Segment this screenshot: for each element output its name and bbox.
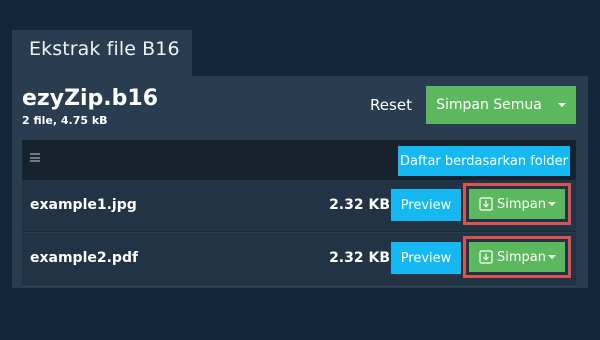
hamburger-menu-icon[interactable] <box>30 153 40 162</box>
file-name: example1.jpg <box>30 197 137 213</box>
save-label: Simpan <box>497 196 546 212</box>
file-row: example1.jpg 2.32 KB Preview Simpan <box>22 180 576 232</box>
archive-meta: 2 file, 4.75 kB <box>22 114 108 127</box>
file-size: 2.32 KB <box>329 197 390 213</box>
preview-button[interactable]: Preview <box>391 189 461 221</box>
save-button[interactable]: Simpan <box>469 242 565 272</box>
save-all-label: Simpan Semua <box>436 97 542 113</box>
save-button-highlight: Simpan <box>463 183 571 225</box>
file-size: 2.32 KB <box>329 250 390 266</box>
save-button-highlight: Simpan <box>463 236 571 278</box>
tab-extract-b16[interactable]: Ekstrak file B16 <box>12 30 192 76</box>
tab-title: Ekstrak file B16 <box>29 38 180 60</box>
file-name: example2.pdf <box>30 250 139 266</box>
archive-name: ezyZip.b16 <box>22 86 159 111</box>
archive-panel: ezyZip.b16 2 file, 4.75 kB Reset Simpan … <box>12 76 588 288</box>
preview-button[interactable]: Preview <box>391 242 461 274</box>
save-label: Simpan <box>497 249 546 265</box>
save-dropdown-caret-icon[interactable] <box>546 242 565 272</box>
file-list-toolbar: Daftar berdasarkan folder <box>22 140 576 180</box>
file-row: example2.pdf 2.32 KB Preview Simpan <box>22 233 576 285</box>
save-dropdown-caret-icon[interactable] <box>546 189 565 219</box>
save-all-button[interactable]: Simpan Semua <box>426 86 576 124</box>
list-by-folder-button[interactable]: Daftar berdasarkan folder <box>398 146 570 176</box>
download-icon <box>477 189 495 219</box>
save-all-dropdown-caret-icon[interactable] <box>548 86 576 124</box>
reset-button[interactable]: Reset <box>364 86 418 124</box>
download-icon <box>477 242 495 272</box>
save-button[interactable]: Simpan <box>469 189 565 219</box>
